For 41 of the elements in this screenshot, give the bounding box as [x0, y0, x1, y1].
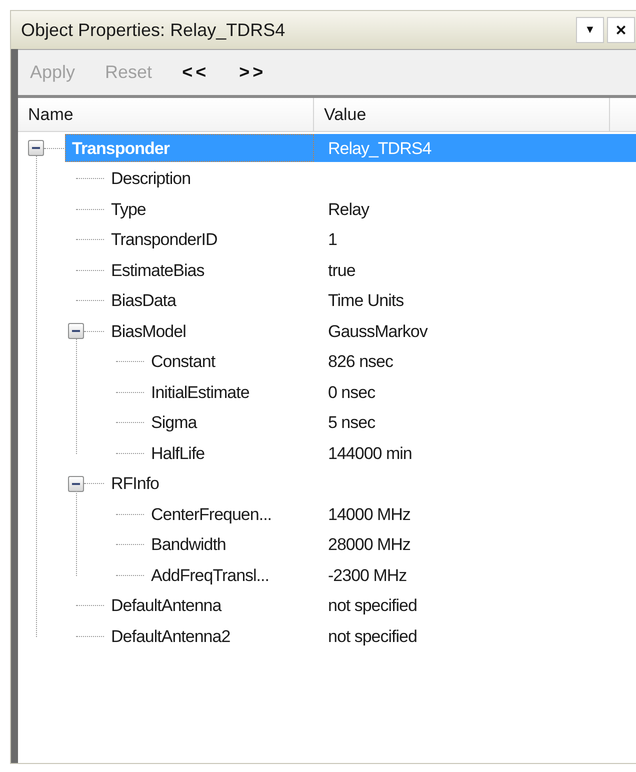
collapse-toggle[interactable]: [28, 140, 44, 156]
property-value: -2300 MHz: [328, 564, 407, 586]
property-name[interactable]: Sigma: [145, 408, 203, 437]
property-name[interactable]: CenterFrequen...: [145, 500, 278, 528]
property-value: 14000 MHz: [328, 504, 410, 526]
column-header[interactable]: Name: [18, 98, 314, 131]
property-value: 5 nsec: [328, 412, 376, 434]
property-name[interactable]: DefaultAntenna2: [105, 622, 236, 650]
property-value: 1: [328, 229, 337, 251]
property-name[interactable]: BiasModel: [105, 317, 192, 346]
property-name[interactable]: BiasData: [105, 286, 182, 315]
collapse-toggle[interactable]: [68, 476, 84, 492]
property-value: 28000 MHz: [328, 534, 410, 556]
property-value: not specified: [328, 595, 417, 617]
property-name[interactable]: Constant: [145, 348, 222, 376]
property-value: Time Units: [328, 290, 404, 312]
property-name[interactable]: InitialEstimate: [145, 378, 256, 406]
property-value: 0 nsec: [328, 382, 376, 404]
property-value: Relay: [328, 198, 369, 220]
property-name[interactable]: EstimateBias: [105, 256, 210, 284]
property-value: 826 nsec: [328, 351, 393, 373]
menu-button[interactable]: ▼: [576, 17, 604, 43]
property-value: not specified: [328, 626, 417, 648]
property-name[interactable]: RFInfo: [105, 470, 166, 498]
property-value: GaussMarkov: [328, 320, 428, 342]
property-name[interactable]: Bandwidth: [145, 530, 232, 559]
window-title: Object Properties: Relay_TDRS4: [21, 18, 286, 42]
property-name[interactable]: Type: [105, 195, 152, 224]
property-name[interactable]: Description: [105, 164, 197, 193]
property-value: Relay_TDRS4: [328, 138, 432, 160]
column-header[interactable]: Value: [314, 98, 610, 131]
property-name[interactable]: HalfLife: [145, 439, 211, 468]
toolbar-button[interactable]: >>: [239, 59, 266, 86]
property-name[interactable]: TransponderID: [105, 226, 224, 254]
property-name[interactable]: DefaultAntenna: [105, 592, 228, 620]
collapse-toggle[interactable]: [68, 323, 84, 340]
toolbar-button[interactable]: <<: [182, 59, 210, 86]
property-name[interactable]: AddFreqTransl...: [145, 561, 275, 590]
property-value: 144000 min: [328, 442, 412, 464]
close-button[interactable]: ×: [607, 17, 635, 43]
property-value: true: [328, 260, 356, 282]
